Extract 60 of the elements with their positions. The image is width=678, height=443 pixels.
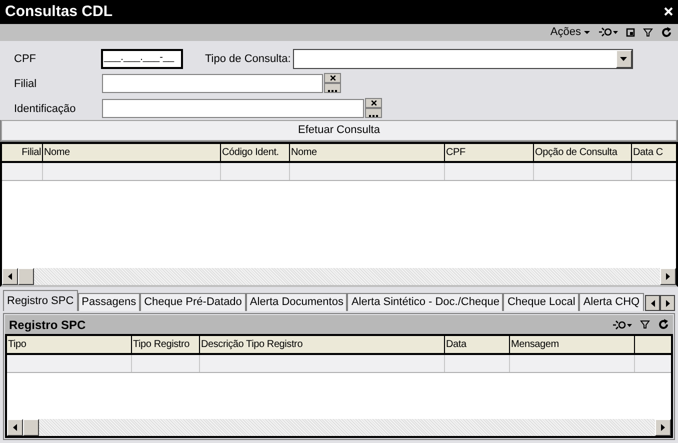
tab[interactable]: Cheque Pré-Datado	[140, 293, 246, 311]
branch-field[interactable]	[102, 74, 323, 94]
tab[interactable]: Passagens	[78, 293, 140, 311]
field-label: CPF	[14, 52, 37, 67]
close-icon[interactable]	[370, 100, 376, 106]
field-label: Identificação	[14, 102, 77, 117]
column-header[interactable]: Data	[445, 336, 510, 353]
clear-button[interactable]	[324, 73, 341, 84]
column-header[interactable]: Data C	[632, 144, 676, 161]
refresh-icon[interactable]	[661, 26, 672, 38]
right-arrow-icon	[666, 273, 670, 280]
column-header[interactable]: Tipo Registro	[132, 336, 200, 353]
column-header[interactable]: Opção de Consulta	[534, 144, 632, 161]
left-arrow-icon	[13, 424, 17, 431]
column-header[interactable]: Tipo	[7, 336, 132, 353]
field-label: Tipo de Consulta:	[205, 52, 291, 67]
panel-title: Registro SPC	[9, 316, 86, 334]
consultation-type-dropdown[interactable]	[292, 48, 633, 69]
ellipsis-icon	[369, 115, 378, 118]
tab-scroll-left-button[interactable]	[645, 295, 660, 311]
ellipsis-icon	[328, 90, 337, 92]
window-title: Consultas CDL	[5, 2, 113, 22]
right-arrow-icon	[666, 300, 670, 306]
field-label: Filial	[14, 76, 38, 92]
column-header[interactable]: Nome	[43, 144, 221, 161]
dropdown-arrow-icon	[620, 56, 628, 61]
column-header[interactable]: Mensagem	[510, 336, 635, 353]
clear-button[interactable]	[365, 98, 382, 108]
scroll-thumb[interactable]	[23, 419, 39, 436]
filter-icon[interactable]	[643, 28, 653, 37]
column-header[interactable]: Filial	[2, 144, 43, 161]
tab[interactable]: Alerta CHQ	[579, 293, 644, 311]
left-arrow-icon	[650, 300, 654, 306]
identification-field[interactable]	[102, 99, 364, 118]
tab[interactable]: Cheque Local	[503, 293, 580, 311]
submit-button[interactable]: Efetuar Consulta	[1, 120, 677, 141]
tab[interactable]: Alerta Documentos	[246, 293, 348, 311]
cpf-field[interactable]: ___.___.___-__	[101, 48, 183, 69]
tab-scroll-right-button[interactable]	[660, 295, 675, 311]
column-header[interactable]: CPF	[445, 144, 534, 161]
actions-menu[interactable]: Ações	[550, 24, 590, 41]
filter-icon[interactable]	[640, 320, 650, 329]
window-icon[interactable]	[626, 28, 635, 37]
browse-button[interactable]	[324, 83, 341, 94]
scroll-left-button[interactable]	[2, 268, 18, 285]
close-icon[interactable]	[330, 75, 336, 82]
scroll-left-button[interactable]	[7, 419, 23, 436]
right-arrow-icon	[661, 424, 665, 431]
refresh-icon[interactable]	[658, 319, 669, 330]
scroll-right-button[interactable]	[655, 419, 671, 436]
scroll-right-button[interactable]	[660, 268, 676, 285]
caret-icon	[584, 30, 590, 34]
column-header[interactable]: Descrição Tipo Registro	[200, 336, 445, 353]
column-header[interactable]: Nome	[290, 144, 445, 161]
column-header[interactable]: Código Ident.	[221, 144, 290, 161]
scroll-thumb[interactable]	[18, 268, 34, 285]
tab[interactable]: Alerta Sintético - Doc./Cheque	[347, 293, 504, 311]
tab[interactable]: Registro SPC	[3, 290, 78, 311]
browse-button[interactable]	[365, 108, 382, 118]
left-arrow-icon	[8, 273, 12, 280]
